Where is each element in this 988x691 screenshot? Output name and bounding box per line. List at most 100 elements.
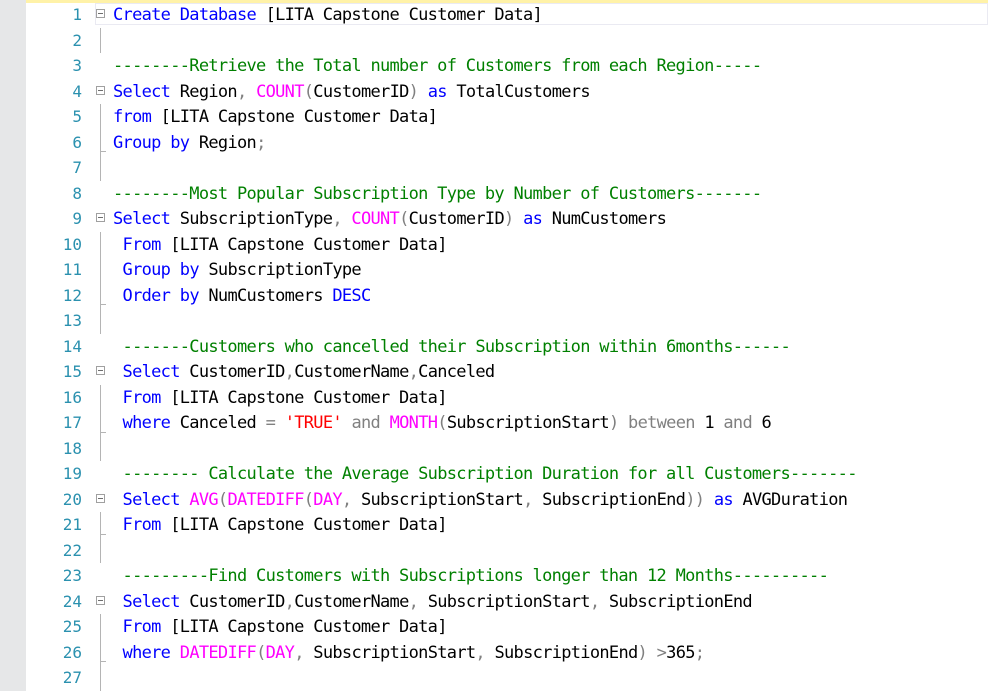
code-token: SubscriptionStart: [418, 591, 591, 612]
sql-editor[interactable]: 1 Create Database [LITA Capstone Customer…: [0, 0, 988, 691]
code-line[interactable]: 11 Group by SubscriptionType: [0, 257, 988, 283]
code-text[interactable]: --------Most Popular Subscription Type b…: [113, 183, 762, 205]
code-line[interactable]: 27: [0, 665, 988, 691]
collapse-outline-icon[interactable]: [96, 366, 105, 375]
collapse-outline-icon[interactable]: [96, 213, 105, 222]
code-line[interactable]: 9 Select SubscriptionType, COUNT(Customer…: [0, 206, 988, 232]
code-line[interactable]: 15 Select CustomerID,CustomerName,Cancel…: [0, 359, 988, 385]
code-line[interactable]: 13: [0, 308, 988, 334]
code-text[interactable]: Select CustomerID,CustomerName, Subscrip…: [113, 591, 753, 613]
line-number: 23: [62, 566, 82, 585]
code-line[interactable]: 7: [0, 155, 988, 181]
code-token: )): [685, 489, 705, 510]
code-text[interactable]: From [LITA Capstone Customer Data]: [113, 387, 448, 409]
code-line[interactable]: 18: [0, 435, 988, 461]
code-token: DESC: [332, 285, 371, 306]
code-token: Select: [113, 81, 171, 102]
code-text[interactable]: -------Customers who cancelled their Sub…: [113, 336, 791, 358]
code-line[interactable]: 5 from [LITA Capstone Customer Data]: [0, 104, 988, 130]
code-text[interactable]: --------Retrieve the Total number of Cus…: [113, 55, 762, 77]
line-number: 10: [62, 234, 82, 254]
code-line[interactable]: 1 Create Database [LITA Capstone Customer…: [0, 2, 988, 28]
code-text[interactable]: From [LITA Capstone Customer Data]: [113, 234, 448, 256]
code-token: SubscriptionStart: [303, 642, 476, 663]
code-token: AVG: [189, 489, 218, 510]
code-token: (: [399, 209, 409, 229]
code-line[interactable]: 17 where Canceled = 'TRUE' and MONTH(Sub…: [0, 410, 988, 436]
line-number: 14: [62, 336, 82, 356]
code-line[interactable]: 4 Select Region, COUNT(CustomerID) as Tot…: [0, 79, 988, 105]
code-line[interactable]: 12 Order by NumCustomers DESC: [0, 282, 988, 308]
code-token: CustomerID: [179, 591, 285, 612]
code-text[interactable]: From [LITA Capstone Customer Data]: [113, 514, 448, 536]
code-token: From: [122, 234, 162, 255]
code-text[interactable]: From [LITA Capstone Customer Data]: [113, 616, 448, 638]
code-token: Database: [179, 5, 257, 25]
code-token: CustomerID: [408, 209, 505, 229]
outline-guide: [100, 129, 106, 155]
code-token: MONTH: [389, 413, 438, 433]
code-token: where: [122, 413, 171, 433]
code-text[interactable]: ---------Find Customers with Subscriptio…: [113, 565, 829, 587]
code-token: [LITA Capstone Customer Data]: [160, 387, 447, 408]
line-number: 7: [72, 158, 82, 177]
outline-guide: [100, 512, 106, 538]
outline-guide: [100, 435, 101, 461]
code-line[interactable]: 23 ---------Find Customers with Subscrip…: [0, 563, 988, 589]
code-line[interactable]: 21 From [LITA Capstone Customer Data]: [0, 512, 988, 538]
collapse-outline-icon[interactable]: [96, 85, 105, 95]
code-text[interactable]: Select SubscriptionType, COUNT(CustomerI…: [113, 208, 667, 230]
code-text[interactable]: -------- Calculate the Average Subscript…: [113, 463, 858, 485]
collapse-outline-icon[interactable]: [96, 595, 105, 605]
code-line[interactable]: 2: [0, 27, 988, 53]
code-line[interactable]: 3 --------Retrieve the Total number of Cu…: [0, 53, 988, 79]
code-text[interactable]: Select AVG(DATEDIFF(DAY, SubscriptionSta…: [113, 489, 848, 511]
code-text[interactable]: Select Region, COUNT(CustomerID) as Tota…: [113, 81, 591, 103]
outline-guide: [100, 665, 101, 691]
outline-guide: [100, 410, 106, 436]
outline-guide: [100, 155, 101, 181]
line-number: 26: [62, 642, 82, 662]
code-text[interactable]: Create Database [LITA Capstone Customer …: [113, 4, 543, 26]
code-line[interactable]: 22: [0, 537, 988, 563]
code-text[interactable]: where Canceled = 'TRUE' and MONTH(Subscr…: [113, 412, 772, 434]
code-token: Select: [122, 362, 181, 382]
code-token: 1: [694, 413, 724, 433]
code-token: and: [351, 413, 381, 433]
code-text[interactable]: where DATEDIFF(DAY, SubscriptionStart, S…: [113, 642, 705, 664]
code-text[interactable]: Group by Region;: [113, 132, 266, 154]
collapse-outline-icon[interactable]: [96, 493, 105, 503]
code-text[interactable]: from [LITA Capstone Customer Data]: [113, 106, 438, 128]
collapse-outline-icon[interactable]: [96, 9, 105, 18]
code-line[interactable]: 8 --------Most Popular Subscription Type …: [0, 181, 988, 207]
code-line[interactable]: 16 From [LITA Capstone Customer Data]: [0, 384, 988, 410]
code-token: Region: [189, 132, 257, 153]
code-token: CustomerName: [294, 362, 409, 382]
code-line[interactable]: 26 where DATEDIFF(DAY, SubscriptionStart…: [0, 639, 988, 665]
code-token: ,: [475, 642, 485, 663]
code-text[interactable]: Group by SubscriptionType: [113, 259, 362, 281]
code-token: [LITA Capstone Customer Data]: [256, 5, 543, 25]
code-token: Canceled: [418, 362, 495, 382]
code-token: as: [427, 81, 448, 102]
code-line[interactable]: 19 -------- Calculate the Average Subscr…: [0, 461, 988, 487]
code-token: ,: [284, 362, 295, 382]
code-line[interactable]: 20 Select AVG(DATEDIFF(DAY, Subscription…: [0, 487, 988, 513]
code-line[interactable]: 10 From [LITA Capstone Customer Data]: [0, 231, 988, 257]
code-line[interactable]: 24 Select CustomerID,CustomerName, Subsc…: [0, 589, 988, 615]
code-line[interactable]: 14 -------Customers who cancelled their …: [0, 334, 988, 360]
code-line[interactable]: 25 From [LITA Capstone Customer Data]: [0, 614, 988, 640]
code-text[interactable]: Order by NumCustomers DESC: [113, 285, 372, 307]
code-line[interactable]: 6 Group by Region;: [0, 129, 988, 155]
code-text[interactable]: Select CustomerID,CustomerName,Canceled: [113, 361, 496, 383]
